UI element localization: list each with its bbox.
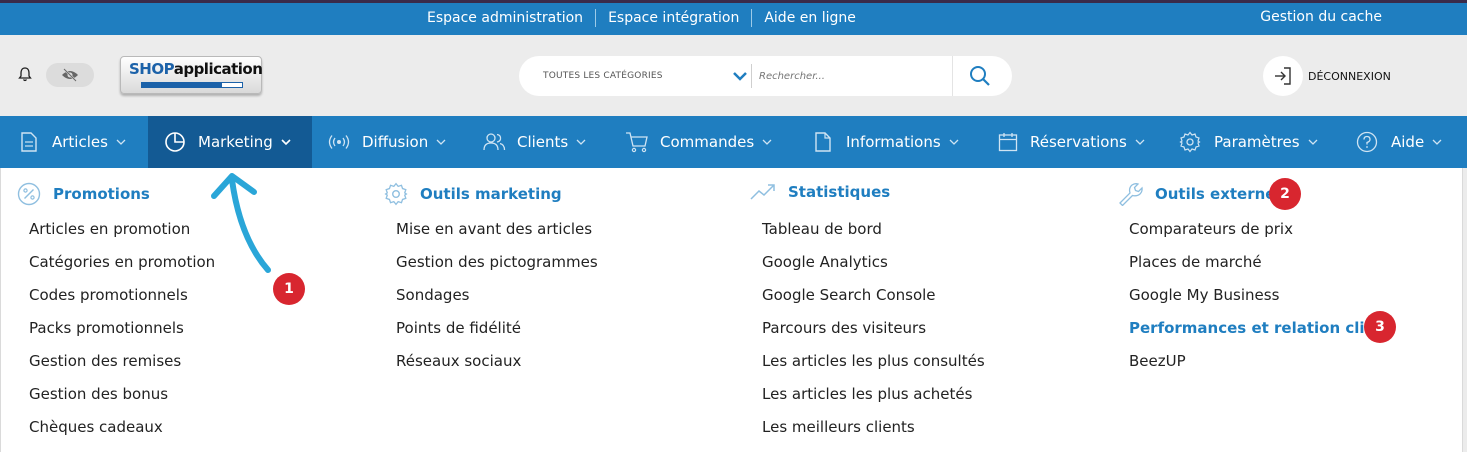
- nav-reservations[interactable]: Réservations: [998, 116, 1145, 168]
- menu-item[interactable]: Catégories en promotion: [29, 251, 215, 284]
- logo-bar: [141, 82, 243, 88]
- visibility-toggle[interactable]: [46, 63, 94, 87]
- logo-app: application: [173, 60, 263, 78]
- menu-item[interactable]: Gestion des pictogrammes: [396, 251, 598, 284]
- chevron-down-icon: [116, 139, 126, 145]
- wrench-icon: [1119, 183, 1143, 206]
- document-icon: [21, 132, 37, 152]
- section-outils-marketing: Outils marketing: [384, 182, 562, 206]
- bell-icon[interactable]: [14, 63, 36, 85]
- menu-item-performances[interactable]: Performances et relation client: [1129, 317, 1393, 350]
- nav-articles[interactable]: Articles: [20, 116, 126, 168]
- header: SHOPapplication TOUTES LES CATÉGORIES DÉ…: [0, 35, 1467, 116]
- menu-item[interactable]: Sondages: [396, 284, 598, 317]
- file-icon: [815, 132, 831, 152]
- menu-item[interactable]: Chèques cadeaux: [29, 416, 215, 449]
- help-icon: [1356, 131, 1378, 153]
- menu-item[interactable]: Packs promotionnels: [29, 317, 215, 350]
- link-espace-administration[interactable]: Espace administration: [415, 8, 597, 27]
- menu-item[interactable]: Google Search Console: [762, 284, 985, 317]
- menu-item[interactable]: Google My Business: [1129, 284, 1393, 317]
- chevron-down-icon: [1308, 139, 1317, 145]
- menu-item[interactable]: Articles en promotion: [29, 218, 215, 251]
- nav-informations[interactable]: Informations: [814, 116, 959, 168]
- menu-item[interactable]: Places de marché: [1129, 251, 1393, 284]
- percent-icon: [17, 182, 41, 206]
- broadcast-icon: [328, 135, 350, 149]
- menu-item[interactable]: Google Analytics: [762, 251, 985, 284]
- top-links: Espace administration Espace intégration…: [415, 0, 868, 35]
- calendar-icon: [998, 133, 1018, 152]
- nav-commandes[interactable]: Commandes: [625, 116, 772, 168]
- logout-button[interactable]: DÉCONNEXION: [1263, 56, 1391, 96]
- section-statistiques: Statistiques: [750, 182, 890, 202]
- gear-icon: [384, 182, 408, 206]
- chevron-down-icon: [436, 139, 446, 145]
- search-icon[interactable]: [969, 65, 991, 87]
- trending-up-icon: [750, 184, 775, 200]
- shop-application-logo[interactable]: SHOPapplication: [120, 56, 263, 94]
- menu-item[interactable]: Gestion des remises: [29, 350, 215, 383]
- gear-icon: [1179, 131, 1201, 153]
- chevron-down-icon: [576, 139, 586, 145]
- nav-marketing[interactable]: Marketing: [148, 116, 312, 168]
- menu-item[interactable]: BeezUP: [1129, 350, 1393, 383]
- top-bar: Espace administration Espace intégration…: [0, 0, 1467, 35]
- section-promotions: Promotions: [17, 182, 150, 206]
- chevron-down-icon: [1135, 139, 1145, 145]
- nav-parametres[interactable]: Paramètres: [1179, 116, 1318, 168]
- section-outils-externes: Outils externes: [1117, 182, 1284, 206]
- step-badge-3: 3: [1364, 311, 1396, 343]
- menu-item[interactable]: Les articles les plus achetés: [762, 383, 985, 416]
- logout-label: DÉCONNEXION: [1308, 69, 1391, 83]
- menu-item[interactable]: Comparateurs de prix: [1129, 218, 1393, 251]
- users-icon: [483, 133, 506, 151]
- logo-shop: SHOP: [129, 60, 174, 78]
- search-bar: TOUTES LES CATÉGORIES: [519, 56, 1012, 96]
- menu-item[interactable]: Réseaux sociaux: [396, 350, 598, 383]
- link-gestion-cache[interactable]: Gestion du cache: [1260, 0, 1382, 35]
- menu-item[interactable]: Tableau de bord: [762, 218, 985, 251]
- menu-item[interactable]: Points de fidélité: [396, 317, 598, 350]
- step-badge-2: 2: [1269, 178, 1301, 210]
- nav-aide[interactable]: Aide: [1356, 116, 1442, 168]
- menu-item[interactable]: Mise en avant des articles: [396, 218, 598, 251]
- menu-item[interactable]: Les articles les plus consultés: [762, 350, 985, 383]
- main-nav: Articles Marketing Diffusion Clients Com…: [0, 116, 1467, 168]
- link-aide-en-ligne[interactable]: Aide en ligne: [752, 9, 868, 27]
- chevron-down-icon: [762, 139, 772, 145]
- pie-chart-icon: [165, 132, 185, 152]
- chevron-down-icon[interactable]: [731, 67, 749, 85]
- nav-diffusion[interactable]: Diffusion: [328, 116, 446, 168]
- search-category-select[interactable]: TOUTES LES CATÉGORIES: [543, 56, 663, 96]
- annotation-arrow: [211, 173, 271, 273]
- link-espace-integration[interactable]: Espace intégration: [596, 8, 753, 27]
- menu-item[interactable]: Parcours des visiteurs: [762, 317, 985, 350]
- cart-icon: [626, 132, 648, 153]
- menu-item[interactable]: Les meilleurs clients: [762, 416, 985, 449]
- search-input[interactable]: [759, 64, 949, 88]
- chevron-down-icon: [281, 139, 291, 146]
- chevron-down-icon: [949, 139, 959, 145]
- nav-clients[interactable]: Clients: [482, 116, 586, 168]
- eye-off-icon: [62, 68, 78, 82]
- logout-icon: [1275, 67, 1291, 85]
- menu-item[interactable]: Codes promotionnels: [29, 284, 215, 317]
- menu-item[interactable]: Gestion des bonus: [29, 383, 215, 416]
- chevron-down-icon: [1432, 139, 1442, 145]
